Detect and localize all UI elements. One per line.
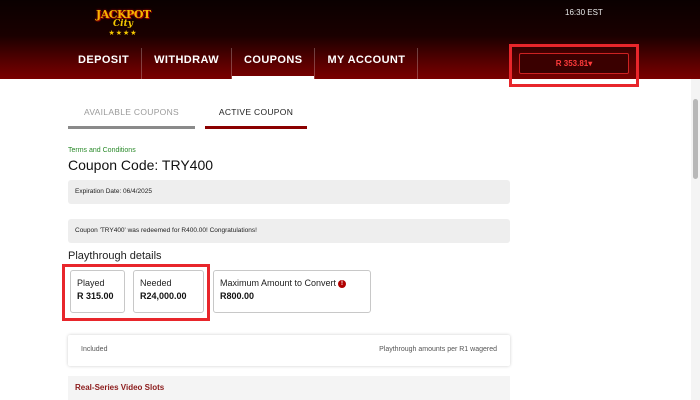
nav-withdraw[interactable]: WITHDRAW [142,48,231,79]
playthrough-heading: Playthrough details [68,250,162,262]
game-series-section[interactable]: Real-Series Video Slots [68,376,510,400]
included-label: Included [81,346,108,353]
nav-deposit[interactable]: DEPOSIT [66,48,141,79]
played-label: Played [77,278,105,288]
main-nav: DEPOSIT WITHDRAW COUPONS MY ACCOUNT [66,48,419,79]
scrollbar-thumb[interactable] [693,99,698,179]
top-header: JACKPOT City ★★★★ 16:30 EST DEPOSIT WITH… [0,0,700,87]
info-alert-icon[interactable]: ! [338,280,347,288]
played-value: R 315.00 [77,291,114,301]
needed-card: Needed R24,000.00 [133,270,204,313]
nav-my-account[interactable]: MY ACCOUNT [315,48,417,79]
nav-coupons[interactable]: COUPONS [232,48,315,79]
page-scrollbar[interactable] [691,79,700,400]
expiration-box: Expiration Date: 06/4/2025 [68,180,510,204]
max-convert-card: Maximum Amount to Convert! R800.00 [213,270,371,313]
nav-divider [417,48,419,79]
balance-button[interactable]: R 353.81▾ [519,53,629,74]
logo-line-2: City [113,19,133,29]
expiration-date: Expiration Date: 06/4/2025 [75,188,152,195]
redemption-message-box: Coupon 'TRY400' was redeemed for R400.00… [68,219,510,243]
terms-link[interactable]: Terms and Conditions [68,147,136,154]
logo-stars: ★★★★ [108,30,138,37]
chevron-down-icon: ▾ [588,59,593,68]
needed-value: R24,000.00 [140,291,187,301]
max-convert-value: R800.00 [220,291,255,301]
casino-logo[interactable]: JACKPOT City ★★★★ [96,6,151,38]
tab-available-coupons[interactable]: AVAILABLE COUPONS [68,101,195,129]
coupon-code-title: Coupon Code: TRY400 [68,157,214,173]
balance-amount: R 353.81 [555,59,589,68]
redemption-message: Coupon 'TRY400' was redeemed for R400.00… [75,227,257,234]
played-card: Played R 315.00 [70,270,125,313]
needed-label: Needed [140,278,172,288]
playthrough-rate-label: Playthrough amounts per R1 wagered [379,346,497,353]
included-header: Included Playthrough amounts per R1 wage… [68,335,510,366]
max-convert-label: Maximum Amount to Convert [220,278,337,288]
tab-active-coupon[interactable]: ACTIVE COUPON [205,101,307,129]
series-title: Real-Series Video Slots [75,383,165,392]
max-convert-label-row: Maximum Amount to Convert! [220,278,370,289]
clock-time: 16:30 EST [565,8,603,17]
